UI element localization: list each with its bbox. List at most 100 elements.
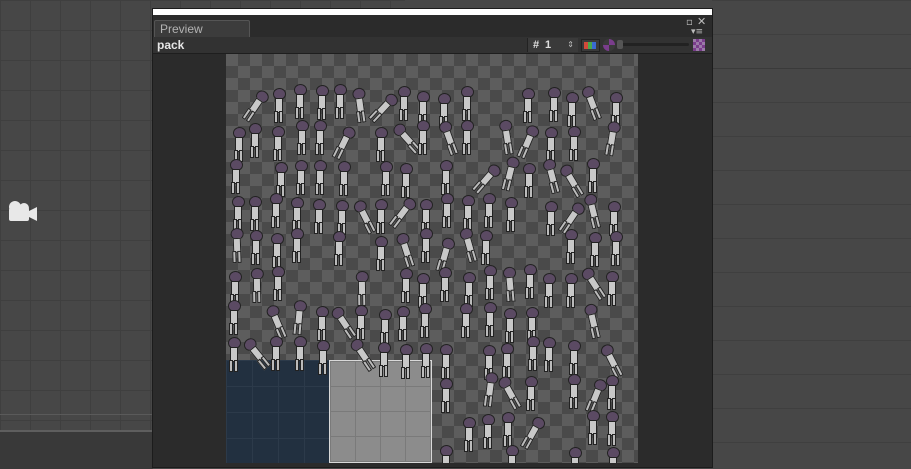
alpha-icon[interactable] [603,39,615,51]
sprite-frame [459,86,474,121]
sprite-frame [269,233,284,268]
sprite-frame [605,447,620,463]
sprite-frame [263,303,289,341]
sprite-frame [273,162,288,197]
tab-preview[interactable]: Preview [154,20,250,37]
sprite-frame [566,374,581,409]
close-icon[interactable]: ✕ [697,16,706,27]
tab-bar: Preview ▫ ✕ ▾≡ [153,15,712,37]
sprite-frame [470,161,504,196]
sprite-frame [556,162,586,199]
sprite-frame [247,196,262,231]
mip-level-icon[interactable] [693,39,705,51]
sprite-frame [543,201,558,236]
sprite-frame [478,230,493,265]
sprite-frame [377,309,392,344]
sprite-frame [438,445,453,463]
scene-divider [0,414,153,415]
sprite-frame [578,84,603,122]
mip-slider[interactable] [617,40,689,49]
sprite-frame [398,268,413,303]
preview-viewport[interactable] [153,54,712,467]
sprite-frame [495,374,524,412]
sprite-frame [366,90,401,124]
sprite-frame [459,120,474,155]
sprite-frame [270,266,285,301]
sprite-frame [482,302,497,337]
asset-name: pack [157,38,185,52]
menu-icon[interactable]: ▾≡ [691,27,703,37]
sprite-frame [436,119,461,157]
camera-icon[interactable] [5,199,39,225]
sprite-frame [268,336,283,371]
sprite-frame [270,126,285,161]
sprite-frame [503,197,518,232]
sprite-frame [585,158,600,193]
sprite-frame [460,195,475,230]
sprite-frame [268,193,283,228]
sprite-frame [373,236,388,271]
sprite-frame [247,123,262,158]
sprite-frame [248,230,263,265]
sprite-frame [543,127,558,162]
sprite-frame [604,271,619,306]
sprite-frame [566,126,581,161]
sprite-frame [294,120,309,155]
frame-hash: # [533,39,540,51]
sprite-frame [514,123,542,160]
sprite-frame [249,267,264,304]
sprite-frame [417,303,432,338]
sprite-frame [581,192,603,230]
sprite-frame [567,447,582,463]
sprite-frame [502,308,517,343]
scene-bottom-bar [0,430,153,469]
sprite-frame [457,226,480,264]
sprite-frame [518,414,548,451]
sprite-sheet-texture [226,54,638,463]
spinner-icon[interactable]: ⇕ [567,38,574,52]
sprite-frame [480,371,500,408]
sprite-frame [461,272,476,307]
sprite-frame [523,376,538,411]
sprite-frame [525,336,540,371]
sprite-frame [501,266,518,303]
sprite-frame [415,120,430,155]
sprite-frame [481,193,496,228]
sprite-frame [396,86,411,121]
sprite-frame [458,303,473,338]
sprite-frame [292,84,307,119]
sprite-frame [350,87,369,124]
mip-slider-knob[interactable] [617,40,623,49]
sprite-frame [563,229,578,264]
sprite-frame [353,305,368,340]
sprite-frame [386,194,419,230]
sprite-frame [541,337,556,372]
sprite-frame [290,299,308,336]
sprite-frame [439,193,454,228]
sprite-frame [226,300,241,335]
sprite-frame [312,120,327,155]
sprite-frame [587,232,602,267]
sprite-frame [415,273,430,308]
frame-selector[interactable]: # 1 ⇕ [527,38,578,52]
sprite-frame [461,417,476,452]
sprite-frame [606,201,621,236]
sprite-frame [604,375,619,410]
sprite-frame [581,302,602,340]
sprite-frame [312,160,327,195]
sprite-frame [228,159,243,194]
sprite-frame [373,127,388,162]
sprite-frame [438,344,453,379]
empty-region [226,360,329,463]
sprite-frame [496,118,515,156]
sprite-frame [521,163,536,198]
sprite-frame [498,155,521,192]
rgb-channels-icon[interactable] [581,39,600,52]
sprite-frame [230,196,245,231]
sprite-frame [564,92,579,127]
sprite-frame [314,85,329,120]
sprite-frame [437,267,452,302]
sprite-frame [604,411,619,446]
sprite-frame [231,127,246,162]
sprite-frame [480,414,495,449]
